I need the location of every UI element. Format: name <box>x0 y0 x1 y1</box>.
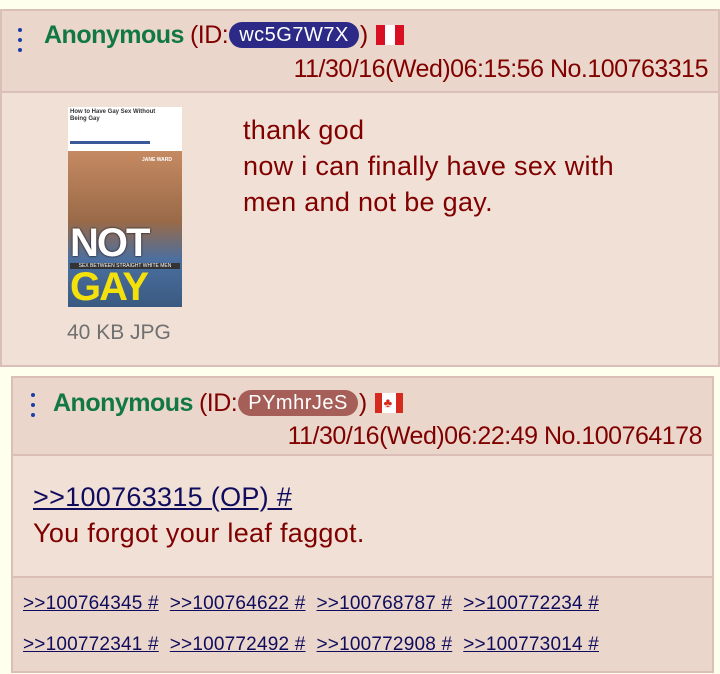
post-comment: thank god now i can finally have sex wit… <box>243 112 614 220</box>
poster-id[interactable]: wc5G7W7X <box>229 22 359 48</box>
backlink[interactable]: >>100768787 # <box>317 592 453 616</box>
comment-line: now i can finally have sex with <box>243 151 614 181</box>
canada-flag-icon: ♣ <box>374 393 403 413</box>
reply-post: Anonymous (ID: wc5G7W7X ) 11/30/16(Wed)0… <box>0 9 720 367</box>
post-comment: >>100763315 (OP) # You forgot your leaf … <box>33 479 365 551</box>
backlinks: >>100764345 # >>100764622 # >>100768787 … <box>13 576 712 671</box>
quote-link[interactable]: >>100763315 (OP) # <box>33 482 292 512</box>
post-menu-icon[interactable] <box>18 28 22 52</box>
backlink[interactable]: >>100772341 # <box>23 633 159 657</box>
reply-post: Anonymous (ID: PYmhrJeS ) ♣ 11/30/16(Wed… <box>11 376 714 673</box>
book-cover-text-gay: GAY <box>70 265 149 307</box>
id-suffix: ) <box>359 21 368 49</box>
backlink[interactable]: >>100773014 # <box>463 633 599 657</box>
post-date: 11/30/16(Wed)06:15:56 <box>293 55 544 83</box>
post-header: Anonymous (ID: wc5G7W7X ) 11/30/16(Wed)0… <box>2 11 718 93</box>
post-header: Anonymous (ID: PYmhrJeS ) ♣ 11/30/16(Wed… <box>13 378 712 456</box>
id-prefix: (ID: <box>189 21 229 49</box>
id-prefix: (ID: <box>198 389 238 417</box>
post-number[interactable]: No.100764178 <box>544 422 703 450</box>
book-cover-author: JANE WARD <box>141 157 172 163</box>
poster-id[interactable]: PYmhrJeS <box>238 390 358 416</box>
share-bar <box>70 141 150 144</box>
post-number[interactable]: No.100763315 <box>550 55 709 83</box>
backlink[interactable]: >>100772492 # <box>170 633 306 657</box>
id-suffix: ) <box>358 389 367 417</box>
poster-info: Anonymous (ID: wc5G7W7X ) <box>44 20 404 50</box>
backlink[interactable]: >>100772234 # <box>463 592 599 616</box>
backlink[interactable]: >>100764622 # <box>170 592 306 616</box>
post-menu-icon[interactable] <box>31 393 35 417</box>
post-date: 11/30/16(Wed)06:22:49 <box>287 422 538 450</box>
book-cover-title: How to Have Gay Sex Without Being Gay <box>70 109 156 122</box>
book-cover-text-not: NOT <box>70 221 150 265</box>
poster-name: Anonymous <box>53 389 193 417</box>
post-image-thumbnail[interactable]: How to Have Gay Sex Without Being Gay JA… <box>68 107 182 307</box>
post-datetime: 11/30/16(Wed)06:22:49 No.100764178 <box>287 421 703 451</box>
comment-line: men and not be gay. <box>243 187 493 217</box>
poster-info: Anonymous (ID: PYmhrJeS ) ♣ <box>53 388 403 418</box>
comment-line: thank god <box>243 115 365 145</box>
backlink[interactable]: >>100772908 # <box>317 633 453 657</box>
backlink[interactable]: >>100764345 # <box>23 592 159 616</box>
file-info: 40 KB JPG <box>67 321 171 344</box>
peru-flag-icon <box>375 25 404 45</box>
poster-name: Anonymous <box>44 21 184 49</box>
post-datetime: 11/30/16(Wed)06:15:56 No.100763315 <box>293 54 709 84</box>
comment-line: You forgot your leaf faggot. <box>33 518 365 548</box>
